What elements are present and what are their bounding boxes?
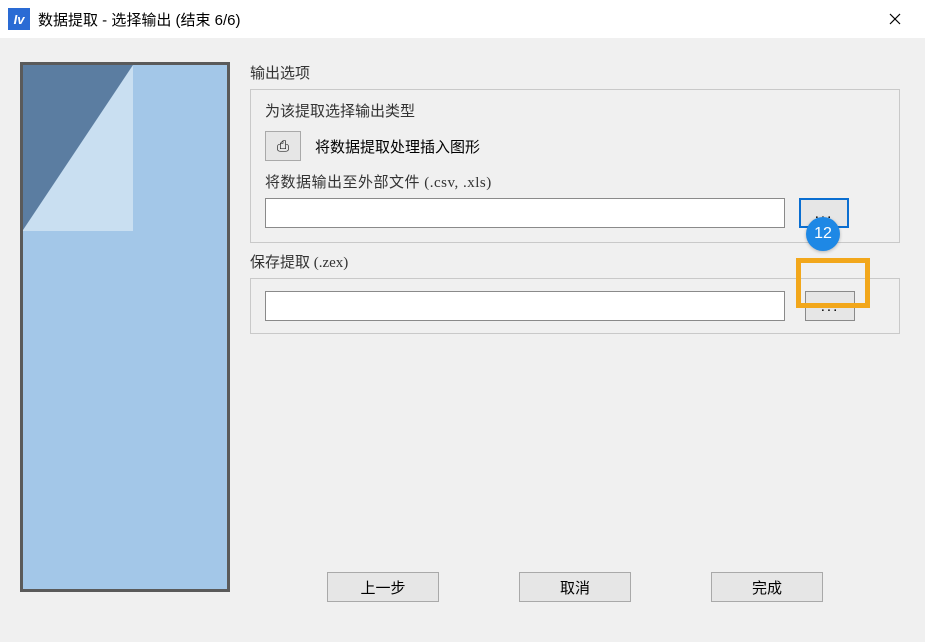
close-icon <box>889 13 901 25</box>
insert-row: ⎙ 将数据提取处理插入图形 <box>265 131 885 161</box>
export-field-label: 将数据输出至外部文件 (.csv, .xls) <box>265 171 885 192</box>
insert-icon: ⎙ <box>277 138 289 155</box>
cancel-button[interactable]: 取消 <box>519 572 631 602</box>
app-icon: Iv <box>8 8 30 30</box>
titlebar: Iv 数据提取 - 选择输出 (结束 6/6) <box>0 0 925 38</box>
save-extract-body: ... <box>250 278 900 334</box>
page-curl-icon <box>23 65 133 230</box>
options-area: 输出选项 为该提取选择输出类型 ⎙ 将数据提取处理插入图形 将数据输出至外部文件… <box>250 62 900 342</box>
annotation-badge: 12 <box>806 217 840 251</box>
save-extract-label: 保存提取 (.zex) <box>250 251 900 272</box>
close-button[interactable] <box>875 4 915 34</box>
wizard-body: 输出选项 为该提取选择输出类型 ⎙ 将数据提取处理插入图形 将数据输出至外部文件… <box>0 38 925 642</box>
insert-label: 将数据提取处理插入图形 <box>315 136 480 157</box>
window-title: 数据提取 - 选择输出 (结束 6/6) <box>38 9 875 30</box>
output-subtitle: 为该提取选择输出类型 <box>265 100 885 121</box>
save-browse-button[interactable]: ... <box>805 291 855 321</box>
wizard-buttons: 上一步 取消 完成 <box>250 572 900 602</box>
insert-into-graphic-button[interactable]: ⎙ <box>265 131 301 161</box>
output-options-group: 输出选项 为该提取选择输出类型 ⎙ 将数据提取处理插入图形 将数据输出至外部文件… <box>250 62 900 243</box>
finish-button[interactable]: 完成 <box>711 572 823 602</box>
output-options-body: 为该提取选择输出类型 ⎙ 将数据提取处理插入图形 将数据输出至外部文件 (.cs… <box>250 89 900 243</box>
save-extract-group: 保存提取 (.zex) ... <box>250 251 900 334</box>
back-button[interactable]: 上一步 <box>327 572 439 602</box>
save-path-input[interactable] <box>265 291 785 321</box>
preview-panel <box>20 62 230 592</box>
export-path-input[interactable] <box>265 198 785 228</box>
output-options-label: 输出选项 <box>250 62 900 83</box>
